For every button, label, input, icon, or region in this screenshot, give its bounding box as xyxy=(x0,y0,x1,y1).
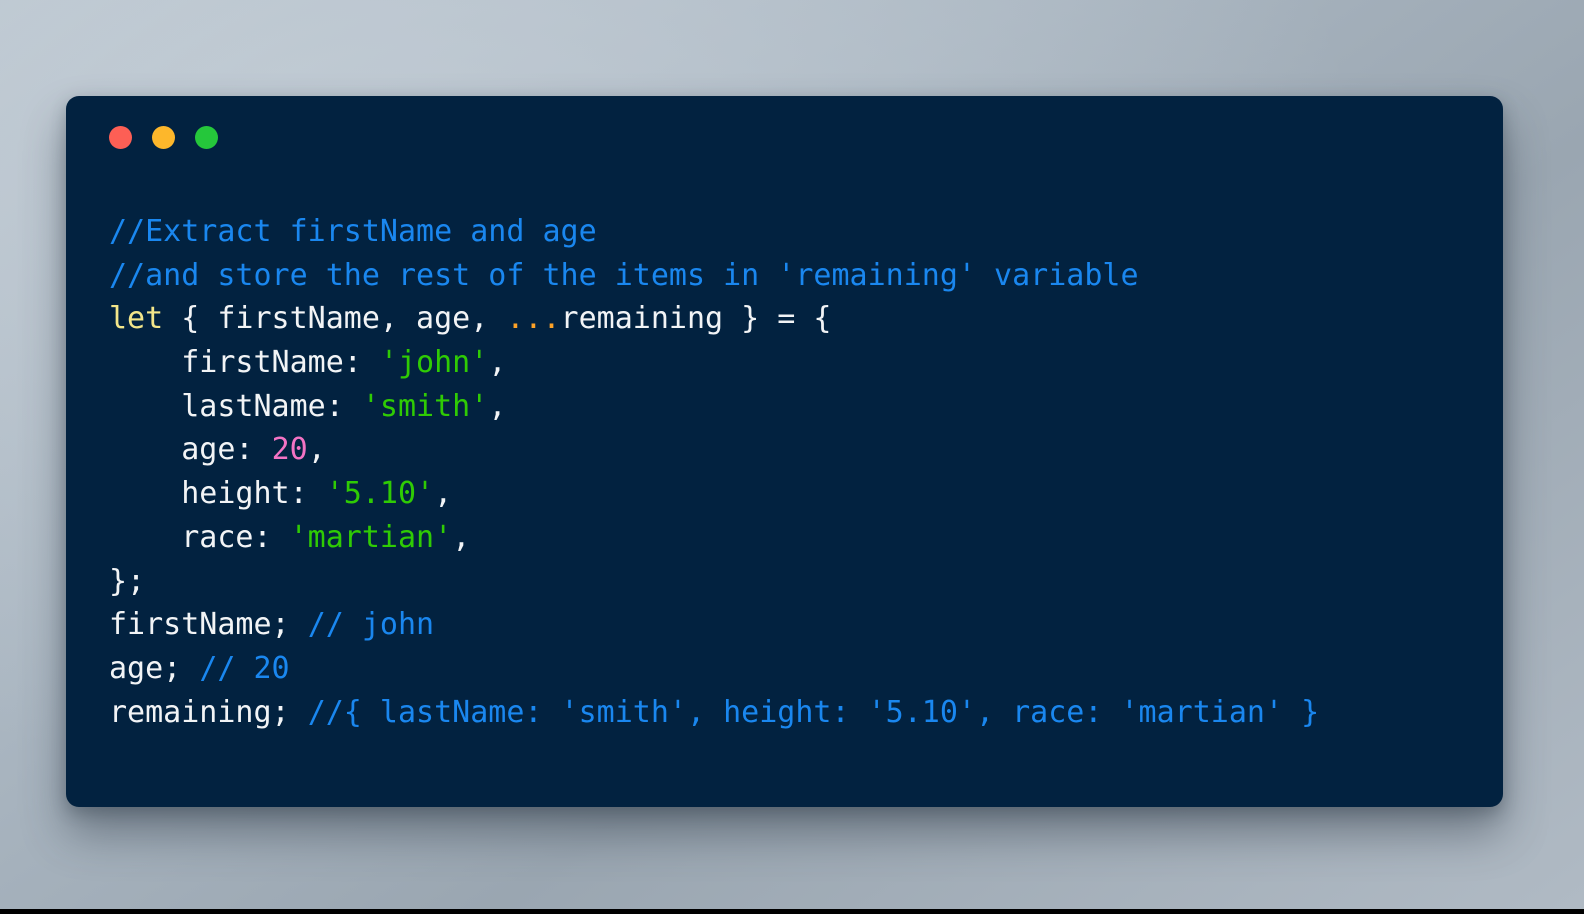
maximize-window-button[interactable] xyxy=(195,126,218,149)
code-token-plain: height: xyxy=(109,476,326,512)
code-snippet-card: //Extract firstName and age //and store t… xyxy=(66,96,1503,807)
code-line: height: '5.10', xyxy=(109,472,1503,516)
code-token-plain: age; xyxy=(109,650,200,686)
code-token-comment: //Extract firstName and age xyxy=(109,214,597,249)
code-line: age; // 20 xyxy=(109,647,1503,691)
code-line: //Extract firstName and age xyxy=(109,210,1503,254)
code-line: firstName; // john xyxy=(109,603,1503,647)
code-token-comment: // 20 xyxy=(199,650,290,686)
window-traffic-lights xyxy=(109,126,218,149)
code-token-comment: // john xyxy=(307,607,435,643)
code-token-plain: , xyxy=(307,432,326,468)
minimize-window-button[interactable] xyxy=(152,126,175,149)
code-token-str: 'smith' xyxy=(361,388,489,424)
code-token-plain: lastName: xyxy=(109,388,362,424)
code-token-plain: }; xyxy=(109,563,146,599)
code-token-str: 'john' xyxy=(379,345,489,381)
code-line: race: 'martian', xyxy=(109,516,1503,560)
code-line: let { firstName, age, ...remaining } = { xyxy=(109,297,1503,341)
code-token-plain: , xyxy=(434,476,453,512)
code-token-num: 20 xyxy=(271,432,308,468)
code-token-plain: , xyxy=(488,388,507,424)
code-line: }; xyxy=(109,560,1503,604)
code-token-plain: remaining; xyxy=(109,694,308,730)
code-token-plain: age: xyxy=(109,432,272,468)
code-token-comment: //and store the rest of the items in 're… xyxy=(109,257,1139,293)
code-token-plain: race: xyxy=(109,519,290,555)
close-window-button[interactable] xyxy=(109,126,132,149)
code-token-str: '5.10' xyxy=(325,476,435,512)
code-token-comment: //{ lastName: 'smith', height: '5.10', r… xyxy=(307,694,1320,730)
code-line: age: 20, xyxy=(109,428,1503,472)
code-content[interactable]: //Extract firstName and age //and store t… xyxy=(109,210,1503,734)
code-line: lastName: 'smith', xyxy=(109,385,1503,429)
code-token-spread: ... xyxy=(506,301,561,337)
code-token-plain: , xyxy=(452,519,471,555)
code-token-plain: remaining } = { xyxy=(560,301,832,337)
code-line: //and store the rest of the items in 're… xyxy=(109,254,1503,298)
code-token-plain: firstName: xyxy=(109,345,380,381)
code-token-str: 'martian' xyxy=(289,519,453,555)
code-token-kw: let xyxy=(109,301,164,337)
code-token-plain: firstName; xyxy=(109,607,308,643)
screenshot-stage: //Extract firstName and age //and store t… xyxy=(0,0,1584,914)
code-token-plain: { firstName, age, xyxy=(163,301,507,337)
code-token-plain: , xyxy=(488,345,507,381)
code-line: remaining; //{ lastName: 'smith', height… xyxy=(109,691,1503,735)
code-line: firstName: 'john', xyxy=(109,341,1503,385)
